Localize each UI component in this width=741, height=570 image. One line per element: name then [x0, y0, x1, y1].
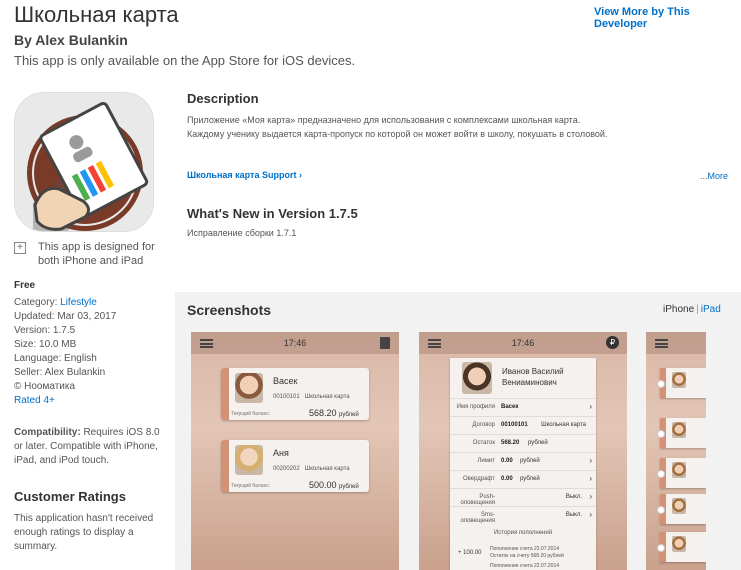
history-amount: + 100.00	[458, 550, 482, 556]
student-card	[657, 418, 706, 448]
language-info: Language: English	[14, 353, 97, 364]
student-card: Аня 00200202 Школьная карта Текущий бала…	[221, 440, 369, 492]
chevron-right-icon: ›	[589, 510, 592, 519]
time-label: 17:46	[511, 338, 535, 348]
student-photo	[672, 462, 686, 478]
screenshot-2[interactable]: 17:46 ₽ Иванов Василий Вениаминович Имя …	[419, 332, 627, 570]
student-card: Васек 00100101 Школьная карта Текущий ба…	[221, 368, 369, 420]
menu-icon	[655, 339, 668, 348]
ipad-tab[interactable]: iPad	[701, 304, 721, 315]
chevron-right-icon: ›	[589, 492, 592, 501]
student-photo	[235, 445, 263, 475]
seller-info: Seller: Alex Bulankin	[14, 367, 106, 378]
description-line: Каждому ученику выдается карта-пропуск п…	[187, 129, 608, 139]
menu-icon	[428, 339, 441, 348]
customer-ratings-heading: Customer Ratings	[14, 489, 126, 504]
version-info: Version: 1.7.5	[14, 325, 76, 336]
device-toggle: iPhone | iPad	[663, 304, 721, 315]
device-support-text: This app is designed for both iPhone and…	[38, 241, 155, 267]
iphone-tab[interactable]: iPhone	[663, 304, 694, 315]
detail-row[interactable]: Лимит 0.00 рублей ›	[450, 452, 596, 470]
description-text: Приложение «Моя карта» предназначено для…	[187, 113, 707, 141]
price: Free	[14, 280, 36, 291]
chevron-right-icon: ›	[589, 402, 592, 411]
customer-ratings-text: This application hasn't received enough …	[14, 513, 154, 552]
status-bar: 17:46	[419, 332, 627, 354]
developer-name: By Alex Bulankin	[14, 32, 128, 48]
detail-row: Остаток 568.20 рублей	[450, 434, 596, 452]
more-link[interactable]: ...More	[700, 171, 728, 181]
description-line: Приложение «Моя карта» предназначено для…	[187, 115, 581, 125]
student-name: Аня	[273, 448, 289, 458]
student-photo	[672, 422, 686, 438]
book-icon	[380, 337, 390, 349]
time-label: 17:46	[283, 338, 307, 348]
student-card	[657, 368, 706, 398]
whats-new-text: Исправление сборки 1.7.1	[187, 228, 297, 238]
student-detail-card: Иванов Василий Вениаминович Имя профиля …	[450, 358, 596, 570]
device-separator: |	[696, 304, 699, 315]
student-photo	[235, 373, 263, 403]
detail-row[interactable]: Push-оповещения Выкл. ›	[450, 488, 596, 506]
updated-date: Updated: Mar 03, 2017	[14, 311, 117, 322]
whats-new-heading: What's New in Version 1.7.5	[187, 206, 358, 221]
detail-row[interactable]: Sms-оповещения Выкл. ›	[450, 506, 596, 524]
chevron-right-icon: ›	[589, 474, 592, 483]
student-photo	[462, 362, 492, 394]
card-stripe	[221, 368, 229, 420]
copyright-info: © Нооматика	[14, 381, 76, 392]
detail-row[interactable]: Овердрафт 0.00 рублей ›	[450, 470, 596, 488]
ruble-coin-icon: ₽	[606, 336, 619, 349]
detail-row: Договор 00100101 Школьная карта	[450, 416, 596, 434]
status-bar: 17:46	[191, 332, 399, 354]
history-heading: История пополнений	[493, 530, 553, 536]
student-card	[657, 532, 706, 562]
card-number: 00100101 Школьная карта	[273, 394, 350, 400]
student-full-name: Иванов Василий Вениаминович	[502, 367, 564, 387]
detail-row[interactable]: Имя профиля Васек ›	[450, 398, 596, 416]
category-label: Category:	[14, 297, 61, 308]
category-row: Category: Lifestyle	[14, 296, 169, 310]
card-number: 00200202 Школьная карта	[273, 466, 350, 472]
plus-icon: +	[14, 242, 26, 254]
chevron-right-icon: ›	[589, 456, 592, 465]
student-photo	[672, 498, 686, 514]
availability-note: This app is only available on the App St…	[14, 53, 356, 68]
history-entry: Пополнение счета 22.07.2014	[490, 563, 560, 569]
student-name: Васек	[273, 376, 298, 386]
student-photo	[672, 372, 686, 388]
view-more-by-developer-link[interactable]: View More by This Developer	[594, 6, 741, 30]
description-heading: Description	[187, 91, 259, 106]
balance-label: Текущий баланс:	[231, 411, 271, 417]
student-photo	[672, 536, 686, 552]
history-entry: Пополнение счета 22.07.2014 Остаток на с…	[490, 546, 564, 559]
app-title: Школьная карта	[14, 2, 179, 27]
balance-label: Текущий баланс:	[231, 483, 271, 489]
compatibility-info: Compatibility: Requires iOS 8.0 or later…	[14, 426, 169, 468]
content-rating-link[interactable]: Rated 4+	[14, 394, 169, 408]
size-info: Size: 10.0 MB	[14, 339, 77, 350]
student-card	[657, 458, 706, 488]
screenshots-heading: Screenshots	[187, 302, 272, 318]
balance-value: 568.20 рублей	[309, 408, 359, 418]
card-stripe	[221, 440, 229, 492]
app-icon	[14, 92, 154, 232]
screenshot-1[interactable]: 17:46 Васек 00100101 Школьная карта Теку…	[191, 332, 399, 570]
category-link[interactable]: Lifestyle	[60, 297, 97, 308]
compatibility-label: Compatibility:	[14, 427, 81, 438]
app-info-list: Free Category: Lifestyle Updated: Mar 03…	[14, 279, 169, 408]
balance-value: 500.00 рублей	[309, 480, 359, 490]
menu-icon	[200, 339, 213, 348]
screenshot-3[interactable]	[646, 332, 706, 570]
student-card	[657, 494, 706, 524]
support-link[interactable]: Школьная карта Support ›	[187, 170, 302, 180]
